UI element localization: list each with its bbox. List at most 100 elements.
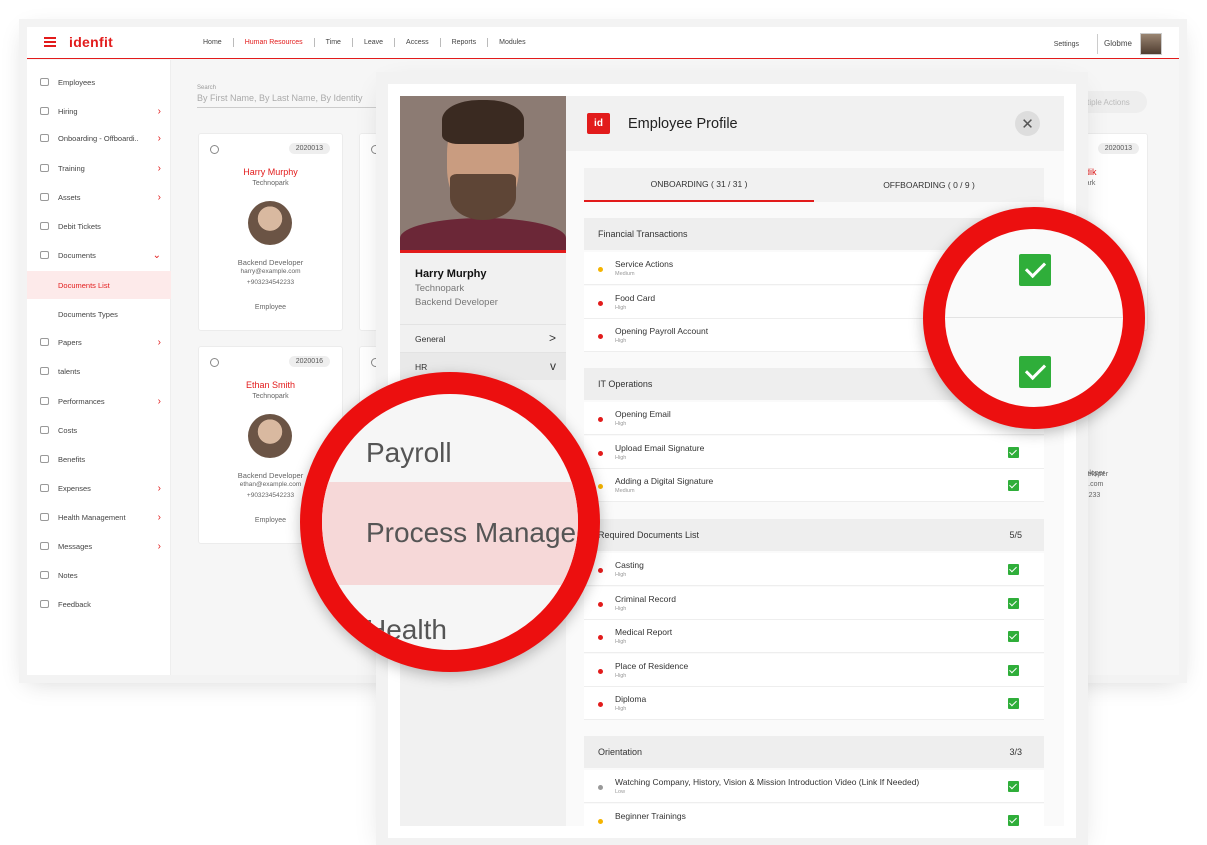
user-name[interactable]: Globme	[1096, 34, 1132, 54]
sidebar-item[interactable]: Training ›	[27, 154, 171, 182]
sidebar-item[interactable]: Documents List	[27, 271, 171, 299]
sidebar-item-label: Costs	[58, 425, 78, 435]
nav-leave[interactable]: Leave	[353, 38, 396, 47]
close-icon[interactable]: ✕	[1015, 111, 1040, 136]
item-priority: High	[615, 605, 627, 612]
menu-item-process-management[interactable]: Process Manage	[366, 517, 576, 549]
checklist-item[interactable]: Place of Residence High	[584, 653, 1044, 687]
nav-reports[interactable]: Reports	[441, 38, 489, 47]
sidebar-item[interactable]: Performances ›	[27, 387, 171, 415]
item-priority: High	[615, 706, 627, 713]
employee-name[interactable]: Harry Murphy	[199, 167, 342, 177]
chevron-down-icon: v	[550, 359, 556, 373]
sidebar-item[interactable]: Costs	[27, 416, 171, 444]
priority-dot	[598, 668, 603, 674]
checklist-item[interactable]: Watching Company, History, Vision & Miss…	[584, 770, 1044, 803]
check-icon[interactable]	[1008, 564, 1019, 575]
employee-card-partial[interactable]	[359, 133, 379, 331]
check-icon[interactable]	[1008, 597, 1019, 609]
sidebar-icon	[40, 426, 49, 434]
checklist-item[interactable]: Upload Email Signature High	[584, 435, 1044, 469]
nav-time[interactable]: Time	[315, 38, 353, 47]
tab-onboarding[interactable]: ONBOARDING ( 31 / 31 )	[584, 168, 814, 202]
select-radio[interactable]	[210, 145, 219, 154]
sidebar-item[interactable]: Documents Types	[27, 300, 171, 328]
employee-phone: 4542233	[1073, 492, 1101, 499]
sidebar-item-label: Notes	[58, 570, 78, 580]
checklist-item[interactable]: Adding a Digital Signature Medium	[584, 469, 1044, 503]
sidebar-item[interactable]: Feedback	[27, 590, 171, 618]
checklist-section-header[interactable]: Orientation 3/3	[584, 736, 1044, 768]
checklist-section-header[interactable]: Required Documents List 5/5	[584, 519, 1044, 551]
sidebar-item-label: Hiring	[58, 106, 78, 116]
check-icon[interactable]	[1008, 781, 1019, 792]
check-icon[interactable]	[1008, 480, 1019, 492]
sidebar-item-label: Assets	[58, 192, 81, 202]
sidebar-item[interactable]: Notes	[27, 561, 171, 589]
sidebar-item[interactable]: Debit Tickets	[27, 212, 171, 240]
sidebar-item[interactable]: Documents ⌄	[27, 241, 171, 269]
check-icon[interactable]	[1008, 446, 1019, 458]
checklist-item[interactable]: Medical Report High	[584, 620, 1044, 654]
item-name: Casting	[615, 560, 644, 570]
profile-company: Technopark	[415, 283, 465, 294]
nav-human-resources[interactable]: Human Resources	[234, 38, 315, 47]
sidebar-item[interactable]: Onboarding - Offboardi.. ›	[27, 124, 171, 152]
search-input[interactable]: By First Name, By Last Name, By Identity	[197, 93, 363, 103]
item-priority: Medium	[615, 271, 635, 277]
sidebar-item[interactable]: talents	[27, 357, 171, 385]
top-right: Settings Globme	[1054, 33, 1162, 55]
main-nav: Home Human Resources Time Leave Access R…	[192, 38, 537, 47]
search-underline	[197, 107, 387, 108]
sidebar-item[interactable]: Messages ›	[27, 532, 171, 560]
sidebar-item[interactable]: Employees	[27, 68, 171, 96]
employee-company: Technopark	[252, 180, 289, 187]
item-priority: High	[615, 454, 627, 461]
checklist-item[interactable]: Diploma High	[584, 687, 1044, 721]
employee-name[interactable]: Sadik	[1074, 167, 1147, 177]
sidebar-item[interactable]: Benefits	[27, 445, 171, 473]
sidebar-item-label: Performances	[58, 396, 105, 406]
sidebar-item-label: Health Management	[58, 512, 126, 522]
settings-link[interactable]: Settings	[1054, 41, 1079, 48]
chevron-right-icon: ›	[157, 336, 161, 348]
sidebar: Employees Hiring › Onboarding - Offboardi..…	[27, 60, 171, 675]
item-name: Opening Payroll Account	[615, 326, 709, 337]
item-name: Upload Email Signature	[615, 442, 705, 453]
sidebar-item[interactable]: Expenses ›	[27, 474, 171, 502]
menu-item-payroll[interactable]: Payroll	[366, 437, 452, 469]
sidebar-item[interactable]: Health Management ›	[27, 503, 171, 531]
avatar[interactable]	[1140, 33, 1162, 55]
employee-name[interactable]: Ethan Smith	[199, 380, 342, 390]
sidebar-icon	[40, 600, 49, 608]
check-icon[interactable]	[1008, 664, 1019, 676]
sidebar-item-label: talents	[58, 366, 81, 376]
menu-item-health[interactable]: Health	[366, 614, 447, 646]
select-radio[interactable]	[371, 358, 378, 367]
select-radio[interactable]	[371, 145, 378, 154]
sidebar-item-label: Documents List	[58, 280, 110, 290]
priority-dot	[598, 417, 603, 422]
tab-offboarding[interactable]: OFFBOARDING ( 0 / 9 )	[814, 168, 1044, 202]
nav-access[interactable]: Access	[395, 38, 441, 47]
sidebar-item[interactable]: Hiring ›	[27, 97, 171, 125]
employee-card[interactable]: 2020013 Harry Murphy Technopark Backend …	[198, 133, 343, 331]
menu-icon[interactable]	[44, 37, 56, 47]
nav-modules[interactable]: Modules	[488, 38, 536, 47]
sidebar-item[interactable]: Papers ›	[27, 328, 171, 356]
section-title: Orientation	[598, 747, 643, 757]
logo[interactable]: idenfit	[69, 34, 113, 50]
sidebar-item[interactable]: Assets ›	[27, 183, 171, 211]
check-icon[interactable]	[1008, 698, 1019, 710]
check-icon[interactable]	[1008, 631, 1019, 643]
profile-name: Harry Murphy	[415, 268, 487, 280]
check-icon	[1019, 254, 1051, 286]
checklist-item[interactable]: Criminal Record High	[584, 586, 1044, 620]
check-icon[interactable]	[1008, 814, 1019, 826]
profile-menu-general[interactable]: General >	[400, 324, 566, 352]
item-priority: High	[615, 672, 627, 679]
checklist-item[interactable]: Casting High	[584, 553, 1044, 586]
checklist-item[interactable]: Beginner Trainings	[584, 803, 1044, 826]
select-radio[interactable]	[210, 358, 219, 367]
nav-home[interactable]: Home	[192, 38, 234, 47]
